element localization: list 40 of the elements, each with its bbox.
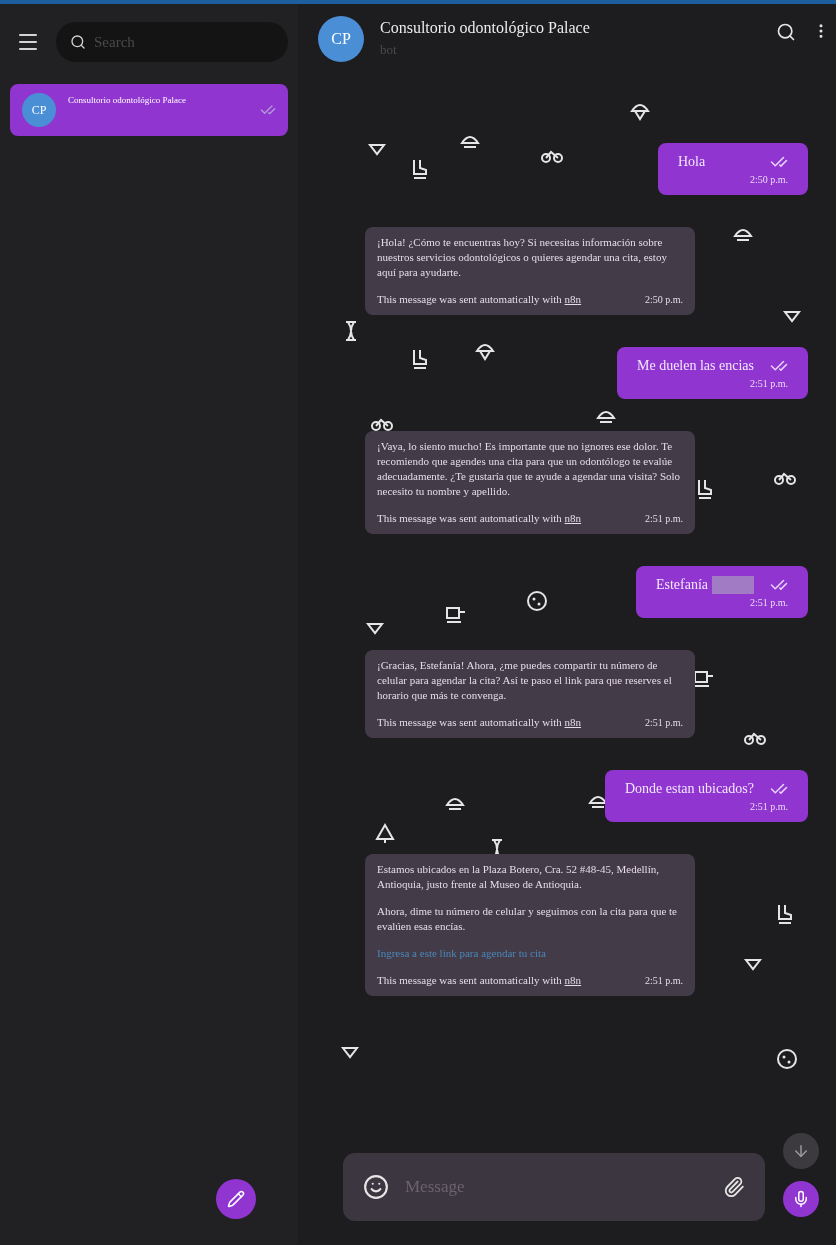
search-icon <box>70 34 86 50</box>
message-text: Estefanía <box>655 576 708 594</box>
chat-name: Consultorio odontológico Palace <box>68 94 187 107</box>
message-text: Ahora, dime tu número de celular y seguimos con la cita para que te evalúen esas encías. <box>377 904 678 934</box>
chat-avatar: CP <box>22 93 56 127</box>
voice-message-button[interactable] <box>783 1181 819 1217</box>
automation-note: This message was sent automatically with n8n <box>377 973 582 988</box>
message-text: Me duelen las encias <box>637 357 754 375</box>
chat-title: Consultorio odontológico Palace <box>380 18 591 39</box>
attachment-icon[interactable] <box>723 1176 745 1198</box>
message-text: ¡Vaya, lo siento mucho! Es importante que no ignores ese dolor. Te recomiendo que agendes una cita para que un odontólogo te evalúe adecuadamente. ¿Te gustaría que te ayude a agendar una visita? Solo necesito tu nombre y apellido. <box>377 439 682 499</box>
message-text: ¡Hola! ¿Cómo te encuentras hoy? Si necesitas información sobre nuestros servicios odontológicos o quieres agendar una cita, estoy aquí para ayudarte. <box>377 235 668 280</box>
chat-list-item[interactable]: CP Consultorio odontológico Palace <box>10 84 288 136</box>
message-text: ¡Gracias, Estefanía! Ahora, ¿me puedes compartir tu número de celular para agendar la cita? Así te paso el link para que reserves el horario que más te convenga. <box>377 658 673 703</box>
n8n-link[interactable]: n8n <box>564 716 582 728</box>
message-time: 2:51 p.m. <box>644 716 683 730</box>
pencil-icon <box>227 1190 245 1208</box>
arrow-down-icon <box>792 1142 810 1160</box>
compose-button[interactable] <box>216 1179 256 1219</box>
scroll-down-button[interactable] <box>783 1133 819 1169</box>
message-time: 2:50 p.m. <box>644 293 683 307</box>
automation-note: This message was sent automatically with n8n <box>377 511 582 526</box>
n8n-link[interactable]: n8n <box>564 293 582 305</box>
message-text: Estamos ubicados en la Plaza Botero, Cra. 52 #48-45, Medellín, Antioquia, justo frente al Museo de Antioquia. <box>377 862 660 892</box>
message-time: 2:50 p.m. <box>749 173 788 187</box>
message-time: 2:51 p.m. <box>749 596 788 610</box>
emoji-icon[interactable] <box>363 1174 389 1200</box>
search-button[interactable] <box>776 22 796 42</box>
automation-note: This message was sent automatically with n8n <box>377 292 582 307</box>
message-text: Donde estan ubicados? <box>624 780 754 798</box>
message-time: 2:51 p.m. <box>644 512 683 526</box>
microphone-icon <box>792 1190 810 1208</box>
message-text: Hola <box>678 153 706 171</box>
chat-avatar: CP <box>318 16 364 62</box>
n8n-link[interactable]: n8n <box>564 974 582 986</box>
message-time: 2:51 p.m. <box>749 800 788 814</box>
message-time: 2:51 p.m. <box>644 974 683 988</box>
automation-note: This message was sent automatically with n8n <box>377 715 582 730</box>
n8n-link[interactable]: n8n <box>564 512 582 524</box>
message-time: 2:51 p.m. <box>749 377 788 391</box>
